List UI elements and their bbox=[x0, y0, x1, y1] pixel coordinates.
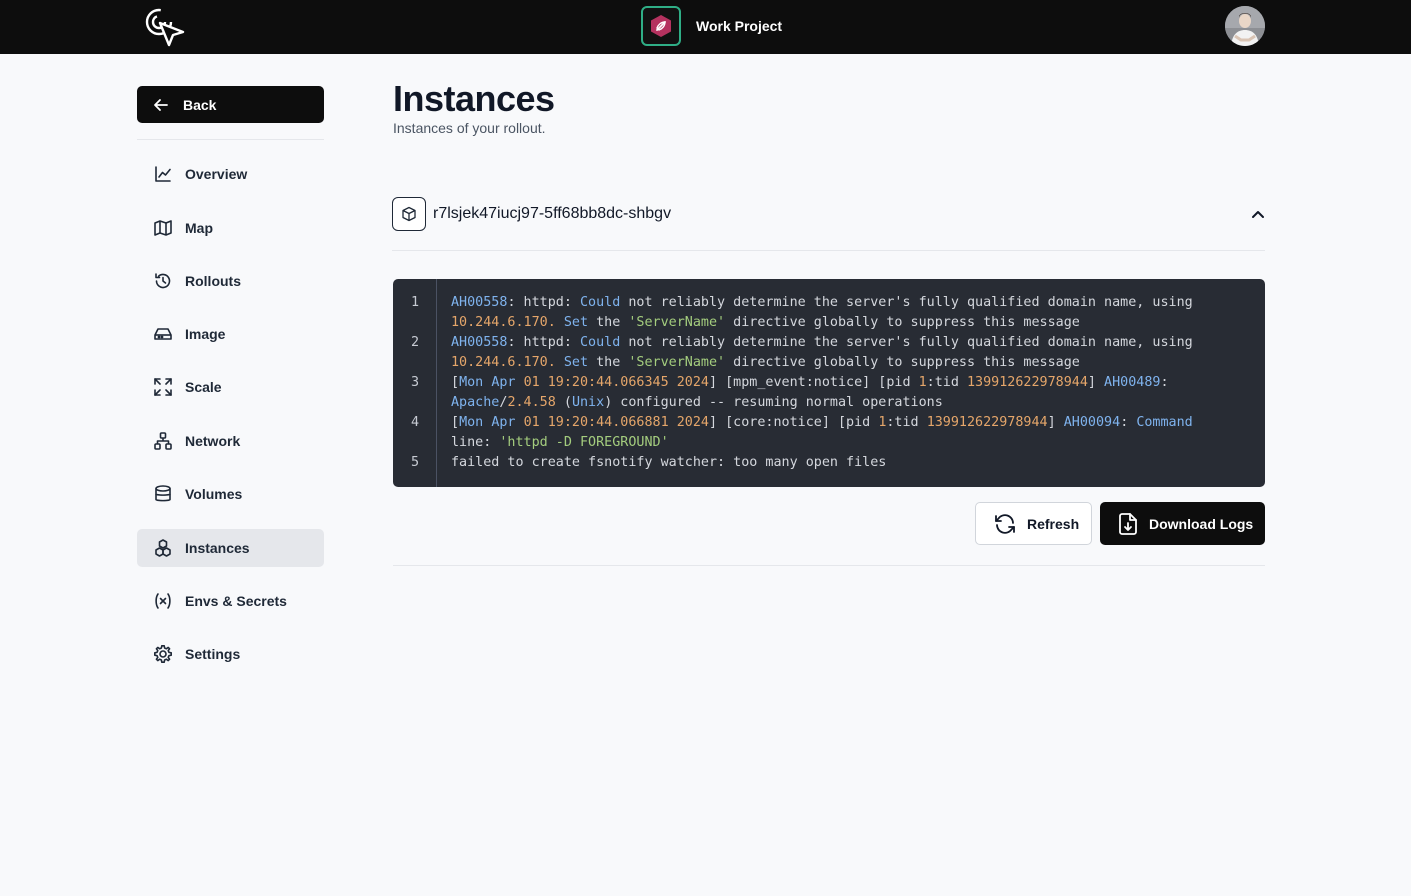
instance-accordion-header[interactable]: r7lsjek47iucj97-5ff68bb8dc-shbgv bbox=[392, 197, 1265, 251]
log-viewer[interactable]: 1 2 3 4 5 AH00558: httpd: Could not reli… bbox=[393, 279, 1265, 487]
package-icon bbox=[392, 197, 426, 231]
database-icon bbox=[155, 485, 171, 502]
avatar[interactable] bbox=[1225, 6, 1265, 46]
download-logs-button[interactable]: Download Logs bbox=[1100, 502, 1265, 545]
sidebar-item-label: Network bbox=[185, 433, 241, 449]
sidebar-item-rollouts[interactable]: Rollouts bbox=[137, 262, 324, 300]
sidebar-item-label: Overview bbox=[185, 166, 248, 182]
section-divider bbox=[393, 565, 1265, 566]
chevron-up-icon[interactable] bbox=[1251, 207, 1265, 221]
page-title: Instances bbox=[393, 78, 555, 119]
sidebar-item-volumes[interactable]: Volumes bbox=[137, 475, 324, 513]
sidebar-item-scale[interactable]: Scale bbox=[137, 368, 324, 406]
sidebar-item-instances[interactable]: Instances bbox=[137, 529, 324, 567]
sidebar-item-label: Image bbox=[185, 326, 226, 342]
back-button[interactable]: Back bbox=[137, 86, 324, 123]
gear-icon bbox=[154, 645, 172, 663]
log-line: failed to create fsnotify watcher: too m… bbox=[451, 455, 887, 470]
sidebar-item-map[interactable]: Map bbox=[137, 209, 324, 247]
page-subtitle: Instances of your rollout. bbox=[393, 120, 546, 136]
sidebar-divider bbox=[137, 139, 324, 140]
top-bar: Work Project bbox=[0, 0, 1411, 54]
sidebar-item-label: Instances bbox=[185, 540, 250, 556]
log-line: [Mon Apr 01 19:20:44.066881 2024] [core:… bbox=[451, 415, 1193, 450]
boxes-icon bbox=[155, 539, 171, 557]
history-icon bbox=[155, 273, 171, 289]
sidebar-item-label: Envs & Secrets bbox=[185, 593, 287, 609]
line-number-gutter: 1 2 3 4 5 bbox=[393, 279, 437, 487]
log-line: AH00558: httpd: Could not reliably deter… bbox=[451, 295, 1193, 330]
line-number: 4 bbox=[410, 415, 420, 430]
project-switcher[interactable]: Work Project bbox=[641, 6, 782, 46]
refresh-button[interactable]: Refresh bbox=[975, 502, 1092, 545]
map-icon bbox=[154, 220, 172, 236]
download-logs-label: Download Logs bbox=[1149, 515, 1254, 532]
chart-line-icon bbox=[155, 166, 171, 182]
log-line: AH00558: httpd: Could not reliably deter… bbox=[451, 335, 1193, 370]
sidebar-item-label: Volumes bbox=[185, 486, 243, 502]
sidebar-item-image[interactable]: Image bbox=[137, 315, 324, 353]
log-content: AH00558: httpd: Could not reliably deter… bbox=[451, 293, 1251, 473]
network-icon bbox=[154, 432, 172, 450]
project-badge-icon bbox=[641, 6, 681, 46]
hard-drive-icon bbox=[154, 328, 172, 340]
sidebar-item-label: Settings bbox=[185, 646, 241, 662]
project-name: Work Project bbox=[696, 18, 783, 34]
variable-icon bbox=[155, 593, 171, 609]
log-line: [Mon Apr 01 19:20:44.066345 2024] [mpm_e… bbox=[451, 375, 1169, 410]
line-number: 3 bbox=[410, 375, 420, 390]
sidebar-item-label: Scale bbox=[185, 379, 222, 395]
instance-name: r7lsjek47iucj97-5ff68bb8dc-shbgv bbox=[433, 205, 672, 222]
scale-expand-icon bbox=[154, 378, 172, 396]
sidebar-item-label: Rollouts bbox=[185, 273, 241, 289]
refresh-label: Refresh bbox=[1027, 515, 1080, 532]
refresh-icon bbox=[995, 513, 1015, 534]
line-number: 1 bbox=[410, 295, 420, 310]
line-number: 5 bbox=[410, 455, 420, 470]
sidebar-item-settings[interactable]: Settings bbox=[137, 635, 324, 673]
sidebar-item-overview[interactable]: Overview bbox=[137, 155, 324, 193]
line-number: 2 bbox=[410, 335, 420, 350]
sidebar-item-envs-secrets[interactable]: Envs & Secrets bbox=[137, 582, 324, 620]
back-label: Back bbox=[183, 96, 217, 113]
app-logo-icon[interactable] bbox=[142, 4, 188, 50]
sidebar-item-network[interactable]: Network bbox=[137, 422, 324, 460]
arrow-left-icon bbox=[154, 98, 168, 111]
file-download-icon bbox=[1119, 512, 1137, 535]
sidebar-item-label: Map bbox=[185, 220, 213, 236]
